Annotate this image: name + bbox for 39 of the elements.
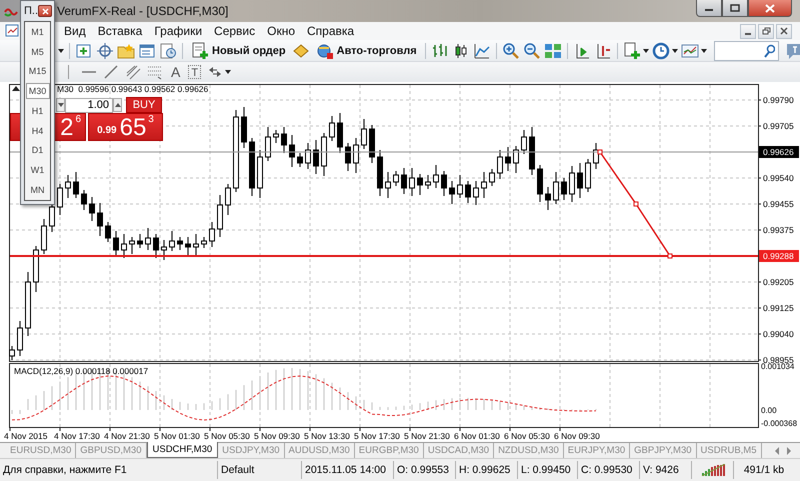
price-axis-label: 0.99040: [763, 329, 794, 339]
price-axis-label: 0.99705: [763, 121, 794, 131]
price-axis-label: 0.99375: [763, 225, 794, 235]
volume: V: 9426: [640, 461, 692, 479]
bid-price-label: 0.99626: [763, 147, 794, 157]
open-price: O: 0.99553: [394, 461, 456, 479]
line-price-label: 0.99288: [763, 251, 794, 261]
price-axis-label: 0.99790: [763, 95, 794, 105]
price-axis-label: 0.99205: [763, 277, 794, 287]
profile-name: Default: [218, 461, 302, 479]
price-axis-label: 0.99125: [763, 303, 794, 313]
indicator-axis-label: 0.00: [761, 406, 777, 415]
chart-header: M30 0.99596 0.99643 0.99562 0.99626: [57, 84, 208, 94]
time-axis-label: 4 Nov 21:30: [104, 431, 150, 441]
time-axis-label: 5 Nov 21:30: [404, 431, 450, 441]
bar-time: 2015.11.05 14:00: [302, 461, 394, 479]
time-axis-label: 5 Nov 09:30: [254, 431, 300, 441]
window-title: VerumFX-Real - [USDCHF,M30]: [57, 4, 228, 18]
indicator-axis-label: -0.000368: [761, 419, 798, 428]
help-text: Для справки, нажмите F1: [0, 461, 218, 479]
time-axis-label: 4 Nov 17:30: [54, 431, 100, 441]
indicator-label: MACD(12,26,9) 0.000118 0.000017: [14, 366, 148, 376]
time-axis-label: 5 Nov 13:30: [304, 431, 350, 441]
time-axis-label: 6 Nov 01:30: [454, 431, 500, 441]
time-axis-label: 6 Nov 09:30: [554, 431, 600, 441]
time-axis-label: 5 Nov 01:30: [154, 431, 200, 441]
time-axis-label: 6 Nov 05:30: [504, 431, 550, 441]
time-axis-label: 4 Nov 2015: [4, 431, 48, 441]
time-axis-label: 5 Nov 05:30: [204, 431, 250, 441]
low-price: L: 0.99450: [518, 461, 578, 479]
price-axis-label: 0.99540: [763, 173, 794, 183]
toolbar-title: П..: [24, 5, 38, 17]
traffic-text: 491/1 kb: [742, 463, 786, 478]
time-axis-label: 5 Nov 17:30: [354, 431, 400, 441]
price-axis-label: 0.99455: [763, 199, 794, 209]
close-price: C: 0.99530: [578, 461, 640, 479]
high-price: H: 0.99625: [456, 461, 518, 479]
price-axis-label: 0.98955: [763, 355, 794, 365]
indicator-axis-label: 0.001034: [761, 362, 794, 371]
